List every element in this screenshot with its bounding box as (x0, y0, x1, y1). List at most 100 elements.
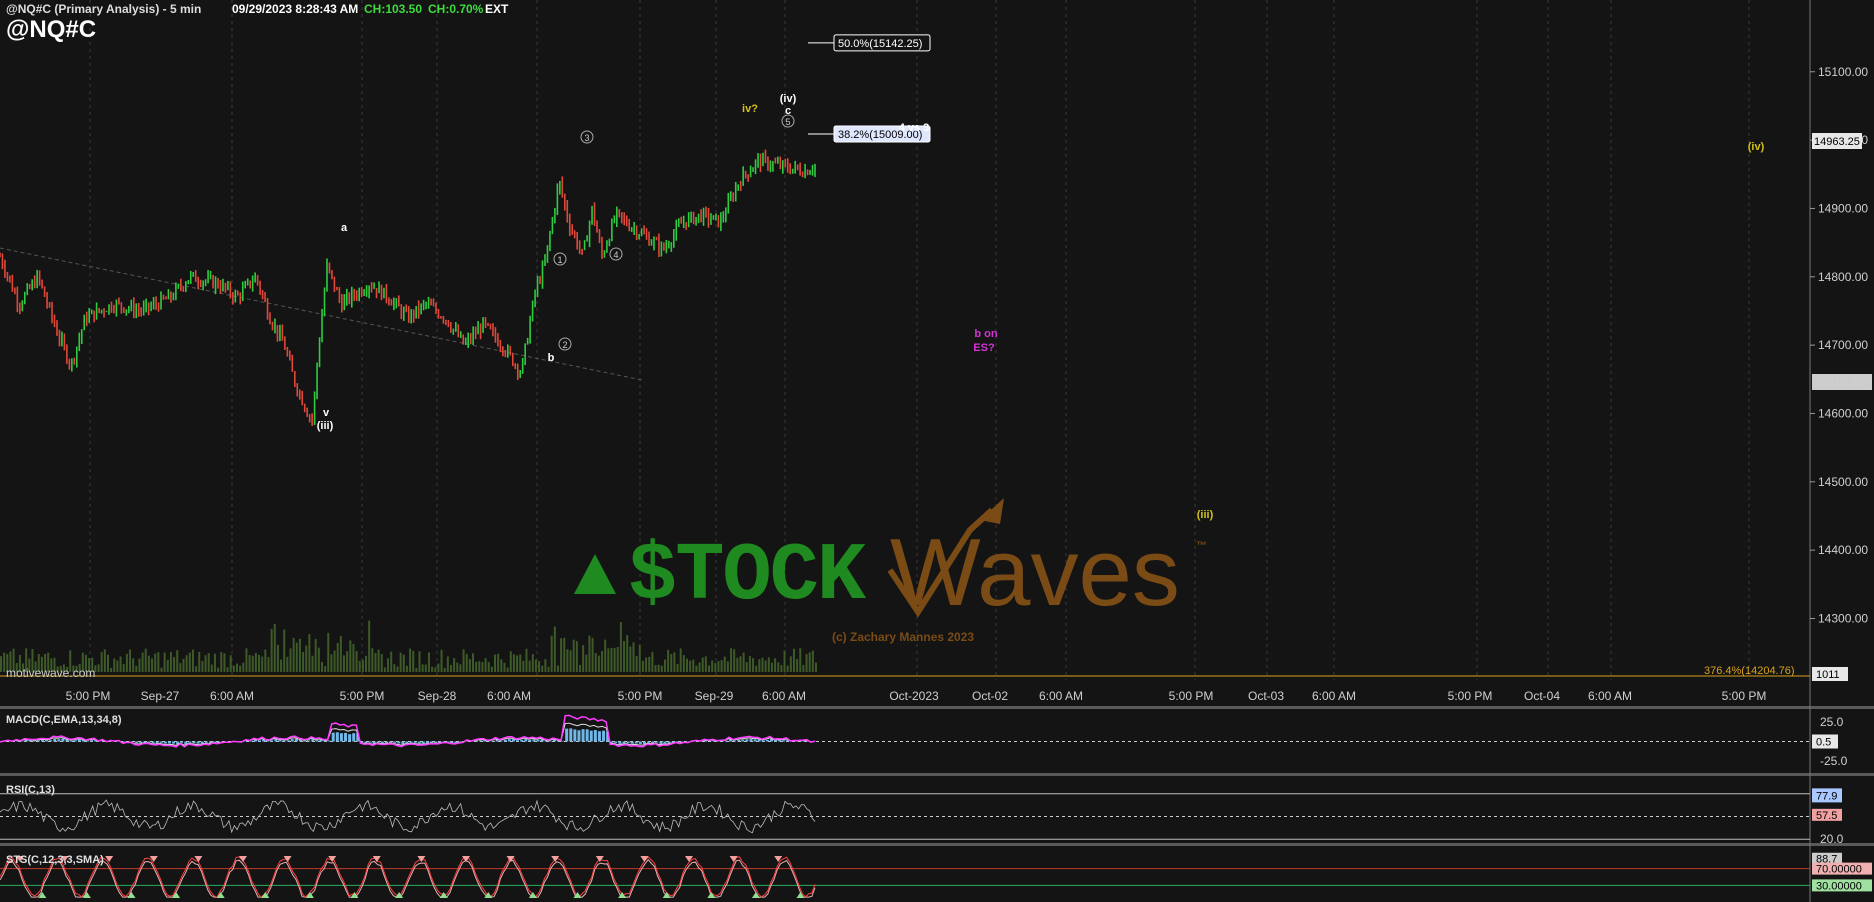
sts-signal-marker-icon (194, 856, 203, 862)
volume-bar (226, 667, 229, 672)
sts-signal-marker-icon (105, 856, 114, 862)
volume-bar (195, 666, 198, 672)
volume-bar (402, 654, 405, 672)
volume-bar (569, 650, 572, 672)
volume-bar (427, 652, 430, 672)
low-marker-label: 14618.25 (1814, 375, 1864, 389)
volume-bar (418, 651, 421, 672)
volume-bar (144, 648, 147, 672)
volume-bar (654, 665, 657, 672)
last-price-label: 14963.25 (1814, 136, 1860, 148)
volume-bar (245, 648, 248, 672)
time-axis-label: 6:00 AM (210, 689, 254, 703)
volume-bar (783, 650, 786, 672)
volume-bar (528, 660, 531, 672)
time-axis-label: 6:00 AM (762, 689, 806, 703)
volume-bar (516, 655, 519, 672)
volume-bar (106, 654, 109, 672)
volume-bar (525, 648, 528, 672)
pane-separator (0, 843, 1874, 846)
macd-histogram-bar (733, 740, 737, 742)
macd-histogram-bar (647, 741, 651, 743)
macd-title: MACD(C,EMA,13,34,8) (6, 714, 122, 726)
macd-histogram-bar (73, 740, 77, 742)
volume-bar (472, 653, 475, 672)
wave-label: (iii) (317, 420, 334, 432)
volume-bar (116, 660, 119, 672)
watermark-triangle-icon (574, 554, 616, 594)
macd-histogram-bar (90, 740, 94, 742)
volume-bar (623, 640, 626, 672)
volume-bar (453, 658, 456, 672)
wave-label: (iv) (1748, 141, 1765, 153)
volume-bar (377, 649, 380, 672)
time-axis-label: Sep-27 (141, 689, 180, 703)
volume-bar (213, 653, 216, 672)
change-value: CH:103.50 (364, 2, 423, 16)
volume-bar (217, 667, 220, 672)
fib-level-label: 50.0%(15142.25) (838, 38, 922, 50)
volume-bar (415, 667, 418, 672)
volume-bar (770, 662, 773, 672)
wave-label: 1 (557, 255, 562, 265)
macd-histogram-bar (57, 739, 61, 742)
volume-bar (204, 655, 207, 672)
macd-histogram-bar (524, 739, 528, 742)
volume-bar (720, 660, 723, 672)
volume-bar (113, 658, 116, 672)
macd-histogram-bar (585, 729, 589, 742)
volume-bar (412, 650, 415, 672)
volume-bar (745, 661, 748, 672)
volume-bar (468, 659, 471, 672)
macd-histogram-bar (397, 741, 401, 744)
volume-bar (613, 647, 616, 672)
volume-bar (342, 655, 345, 672)
macd-histogram-bar (577, 730, 581, 742)
macd-histogram-bar (364, 741, 368, 743)
macd-histogram-bar (741, 739, 745, 742)
volume-bar (339, 636, 342, 672)
wave-label: 5 (785, 117, 790, 127)
macd-histogram-bar (331, 732, 335, 742)
volume-bar (368, 620, 371, 672)
time-axis-label: 6:00 AM (487, 689, 531, 703)
volume-bar (714, 662, 717, 672)
volume-bar (711, 660, 714, 672)
macd-histogram-bar (765, 739, 769, 742)
time-axis-label: Oct-04 (1524, 689, 1560, 703)
volume-bar (317, 647, 320, 672)
time-axis-label: Oct-03 (1248, 689, 1284, 703)
volume-bar (597, 655, 600, 672)
volume-bar (799, 648, 802, 672)
volume-bar (588, 635, 591, 672)
macd-histogram-bar (581, 729, 585, 742)
volume-bar (302, 652, 305, 672)
macd-histogram-bar (626, 741, 630, 744)
volume-bar (440, 649, 443, 672)
volume-bar (103, 649, 106, 672)
volume-bar (748, 656, 751, 672)
volume-bar (547, 666, 550, 672)
volume-bar (135, 665, 138, 672)
volume-bar (390, 651, 393, 672)
macd-histogram-bar (503, 739, 507, 742)
volume-bar (708, 665, 711, 672)
volume-bar (405, 665, 408, 672)
sts-signal-marker-icon (439, 892, 448, 898)
volume-bar (604, 639, 607, 672)
pane-separator (0, 706, 1874, 709)
volume-bar (387, 658, 390, 672)
volume-bar (811, 650, 814, 672)
volume-bar (689, 660, 692, 672)
macd-histogram-bar (32, 740, 36, 742)
volume-bar (151, 658, 154, 672)
volume-bar (519, 654, 522, 672)
wave-label: (iv) (780, 93, 797, 105)
volume-bar (352, 643, 355, 672)
chart-canvas[interactable]: 14300.00 14400.00 14500.00 14600.00 14700.00… (0, 0, 1874, 902)
volume-bar (355, 651, 358, 672)
macd-histogram-bar (593, 729, 597, 742)
macd-axis-label: 25.0 (1820, 715, 1844, 729)
volume-bar (191, 649, 194, 672)
volume-bar (251, 655, 254, 672)
